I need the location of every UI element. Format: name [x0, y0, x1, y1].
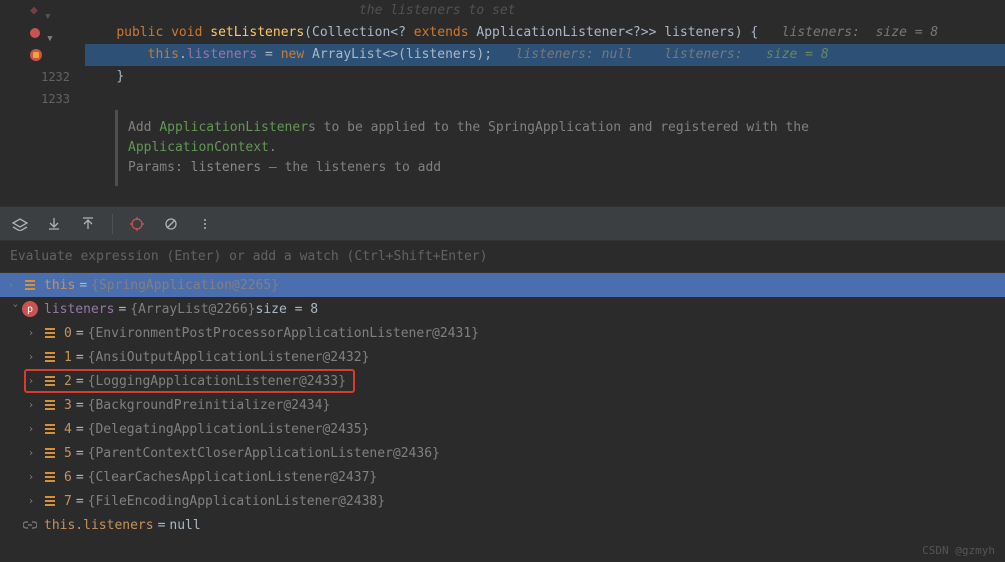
object-icon	[42, 445, 58, 461]
disable-icon[interactable]	[161, 214, 181, 234]
code-line[interactable]: 1233	[0, 88, 1005, 110]
gutter	[0, 44, 85, 66]
code-line-signature[interactable]: ▾ public void setListeners(Collection<? …	[0, 22, 1005, 44]
var-index: 4	[64, 422, 72, 437]
gutter: ▾	[0, 22, 85, 44]
expand-arrow-icon[interactable]: ›	[28, 424, 42, 435]
var-value: {FileEncodingApplicationListener@2438}	[88, 494, 385, 509]
expand-arrow-icon[interactable]: ›	[28, 352, 42, 363]
diamond-icon: ◆	[30, 0, 38, 22]
code-text: public void setListeners(Collection<? ex…	[85, 22, 1005, 44]
code-text: the listeners to set	[85, 0, 1005, 22]
var-size: size = 8	[256, 302, 319, 317]
param-icon: p	[22, 301, 38, 317]
evaluate-expression-input[interactable]: Evaluate expression (Enter) or add a wat…	[0, 241, 1005, 273]
object-icon	[22, 277, 38, 293]
expand-arrow-icon[interactable]: ›	[28, 376, 42, 387]
object-icon	[42, 493, 58, 509]
var-item-6[interactable]: › 6 = {ClearCachesApplicationListener@24…	[0, 465, 1005, 489]
var-value: {AnsiOutputApplicationListener@2432}	[88, 350, 370, 365]
var-value: {BackgroundPreinitializer@2434}	[88, 398, 331, 413]
var-value: {DelegatingApplicationListener@2435}	[88, 422, 370, 437]
code-line[interactable]: 1232 }	[0, 66, 1005, 88]
chevron-down-icon[interactable]: ▾	[44, 6, 54, 16]
target-icon[interactable]	[127, 214, 147, 234]
upload-icon[interactable]	[78, 214, 98, 234]
var-name: this	[44, 278, 75, 293]
var-this-listeners[interactable]: this.listeners = null	[0, 513, 1005, 537]
var-item-2-highlighted[interactable]: › 2 = {LoggingApplicationListener@2433}	[0, 369, 1005, 393]
var-value: null	[169, 518, 200, 533]
var-index: 6	[64, 470, 72, 485]
link-icon	[22, 517, 38, 533]
var-index: 5	[64, 446, 72, 461]
expand-arrow-icon[interactable]: ›	[28, 328, 42, 339]
code-text	[85, 88, 1005, 110]
editor-area: ◆ ▾ the listeners to set ▾ public void s…	[0, 0, 1005, 206]
var-index: 1	[64, 350, 72, 365]
breakpoint-active-icon[interactable]	[30, 49, 42, 61]
var-item-1[interactable]: › 1 = {AnsiOutputApplicationListener@243…	[0, 345, 1005, 369]
var-value: {ClearCachesApplicationListener@2437}	[88, 470, 378, 485]
var-value: {ArrayList@2266}	[130, 302, 255, 317]
expand-arrow-icon[interactable]: ›	[28, 472, 42, 483]
expand-arrow-icon[interactable]: ›	[28, 400, 42, 411]
divider	[112, 214, 113, 234]
download-icon[interactable]	[44, 214, 64, 234]
var-item-7[interactable]: › 7 = {FileEncodingApplicationListener@2…	[0, 489, 1005, 513]
var-index: 3	[64, 398, 72, 413]
object-icon	[42, 397, 58, 413]
var-listeners[interactable]: › p listeners = {ArrayList@2266} size = …	[0, 297, 1005, 321]
expand-arrow-icon[interactable]: ›	[28, 496, 42, 507]
var-value: {LoggingApplicationListener@2433}	[88, 374, 346, 389]
line-number: 1232	[0, 66, 85, 88]
var-name: this.listeners	[44, 518, 154, 533]
breakpoint-icon[interactable]	[30, 28, 40, 38]
object-icon	[42, 373, 58, 389]
expand-arrow-icon[interactable]: ›	[10, 302, 21, 316]
object-icon	[42, 469, 58, 485]
expand-arrow-icon[interactable]: ›	[8, 280, 22, 291]
object-icon	[42, 349, 58, 365]
javadoc-block: Add ApplicationListeners to be applied t…	[115, 110, 1005, 186]
line-number: 1233	[0, 88, 85, 110]
var-index: 0	[64, 326, 72, 341]
more-icon[interactable]	[195, 214, 215, 234]
var-value: {EnvironmentPostProcessorApplicationList…	[88, 326, 479, 341]
gutter: ◆ ▾	[0, 0, 85, 22]
var-item-3[interactable]: › 3 = {BackgroundPreinitializer@2434}	[0, 393, 1005, 417]
code-line: ◆ ▾ the listeners to set	[0, 0, 1005, 22]
code-text: }	[85, 66, 1005, 88]
var-item-4[interactable]: › 4 = {DelegatingApplicationListener@243…	[0, 417, 1005, 441]
debug-toolbar	[0, 206, 1005, 241]
stack-icon[interactable]	[10, 214, 30, 234]
var-this[interactable]: › this = {SpringApplication@2265}	[0, 273, 1005, 297]
var-value: {ParentContextCloserApplicationListener@…	[88, 446, 440, 461]
var-value: {SpringApplication@2265}	[91, 278, 279, 293]
watermark: CSDN @gzmyh	[922, 544, 995, 557]
var-item-0[interactable]: › 0 = {EnvironmentPostProcessorApplicati…	[0, 321, 1005, 345]
var-index: 7	[64, 494, 72, 509]
object-icon	[42, 421, 58, 437]
variables-panel: › this = {SpringApplication@2265} › p li…	[0, 273, 1005, 537]
var-name: listeners	[44, 302, 114, 317]
var-index: 2	[64, 374, 72, 389]
code-line-current[interactable]: this.listeners = new ArrayList<>(listene…	[0, 44, 1005, 66]
chevron-down-icon[interactable]: ▾	[46, 28, 56, 38]
expand-arrow-icon[interactable]: ›	[28, 448, 42, 459]
object-icon	[42, 325, 58, 341]
code-text: this.listeners = new ArrayList<>(listene…	[85, 44, 1005, 66]
var-item-5[interactable]: › 5 = {ParentContextCloserApplicationLis…	[0, 441, 1005, 465]
